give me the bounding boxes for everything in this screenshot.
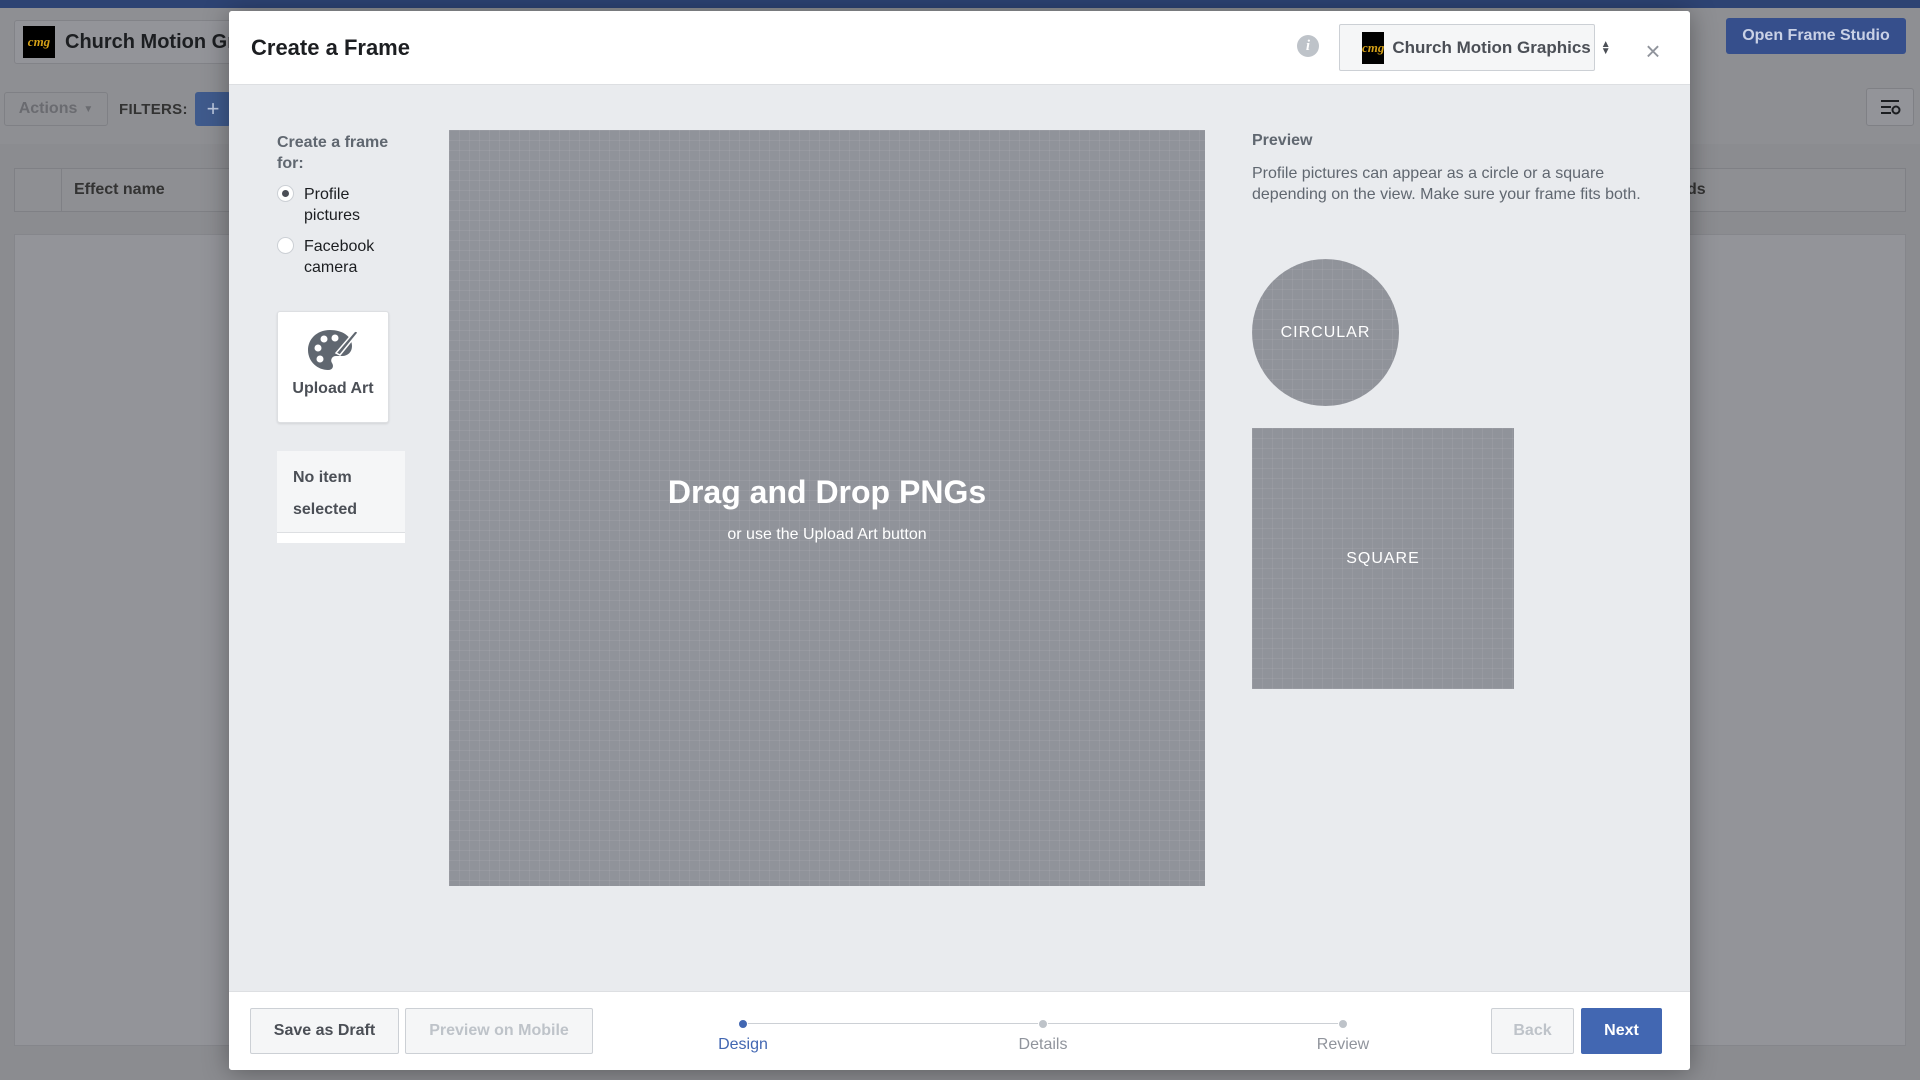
create-for-label: Create a frame for: bbox=[277, 134, 389, 172]
dialog-title: Create a Frame bbox=[251, 35, 410, 60]
step-dot-review bbox=[1338, 1019, 1348, 1029]
preview-on-mobile-button[interactable]: Preview on Mobile bbox=[405, 1008, 593, 1054]
preview-panel: Preview Profile pictures can appear as a… bbox=[1252, 132, 1652, 689]
actions-dropdown: Actions ▼ bbox=[4, 92, 108, 126]
upload-art-label: Upload Art bbox=[292, 380, 374, 397]
next-button[interactable]: Next bbox=[1581, 1008, 1662, 1054]
square-preview: SQUARE bbox=[1252, 428, 1514, 689]
circular-preview: CIRCULAR bbox=[1252, 259, 1399, 406]
info-icon[interactable]: i bbox=[1297, 35, 1319, 57]
step-dot-details bbox=[1038, 1019, 1048, 1029]
page-selector-dropdown[interactable]: cmg Church Motion Graphics ▲ ▼ bbox=[1339, 24, 1611, 71]
page-selector-name: Church Motion Graphics bbox=[1392, 37, 1591, 57]
step-design[interactable]: Design bbox=[683, 1036, 803, 1054]
step-dot-design bbox=[738, 1019, 748, 1029]
save-as-draft-button[interactable]: Save as Draft bbox=[250, 1008, 399, 1054]
page-title: Church Motion Gra bbox=[65, 30, 247, 53]
preview-title: Preview bbox=[1252, 132, 1313, 149]
close-icon[interactable]: × bbox=[1641, 38, 1665, 64]
option-label: Facebook camera bbox=[304, 238, 375, 276]
dropzone-subtitle: or use the Upload Art button bbox=[727, 526, 927, 543]
page-logo: cmg bbox=[23, 26, 55, 58]
filters-label: FILTERS: bbox=[119, 101, 188, 118]
radio-facebook-camera[interactable] bbox=[277, 237, 294, 254]
actions-label: Actions bbox=[18, 100, 78, 117]
frame-canvas-dropzone[interactable]: Drag and Drop PNGs or use the Upload Art… bbox=[449, 130, 1205, 886]
option-facebook-camera[interactable]: Facebook camera bbox=[277, 236, 407, 278]
create-frame-dialog: Create a Frame i cmg Church Motion Graph… bbox=[229, 11, 1690, 1070]
dialog-footer: Save as Draft Preview on Mobile Design D… bbox=[229, 991, 1690, 1070]
dropzone-title: Drag and Drop PNGs bbox=[667, 474, 987, 510]
back-button[interactable]: Back bbox=[1491, 1008, 1574, 1054]
top-bar bbox=[0, 0, 1920, 8]
frame-type-options: Create a frame for: Profile pictures Fac… bbox=[277, 132, 407, 278]
option-label: Profile pictures bbox=[304, 186, 361, 224]
no-item-text: No item selected bbox=[293, 469, 358, 518]
add-filter-button: + bbox=[195, 92, 231, 126]
caret-down-icon: ▼ bbox=[83, 103, 94, 115]
column-settings-icon bbox=[1866, 88, 1914, 126]
step-details[interactable]: Details bbox=[983, 1036, 1103, 1054]
page-logo: cmg bbox=[1362, 31, 1385, 64]
page-title-selector: cmg Church Motion Gra bbox=[14, 20, 254, 64]
open-frame-studio-button: Open Frame Studio bbox=[1726, 18, 1906, 54]
radio-profile-pictures[interactable] bbox=[277, 185, 294, 202]
selected-item-panel-footer bbox=[277, 533, 405, 543]
option-profile-pictures[interactable]: Profile pictures bbox=[277, 184, 407, 226]
palette-icon bbox=[308, 330, 359, 370]
preview-description: Profile pictures can appear as a circle … bbox=[1252, 165, 1641, 203]
sort-caret-icon: ▲ ▼ bbox=[1600, 38, 1611, 57]
upload-art-button[interactable]: Upload Art bbox=[277, 311, 389, 423]
selected-item-panel: No item selected bbox=[277, 451, 405, 533]
step-review[interactable]: Review bbox=[1283, 1036, 1403, 1054]
dialog-header: Create a Frame i cmg Church Motion Graph… bbox=[229, 11, 1690, 85]
